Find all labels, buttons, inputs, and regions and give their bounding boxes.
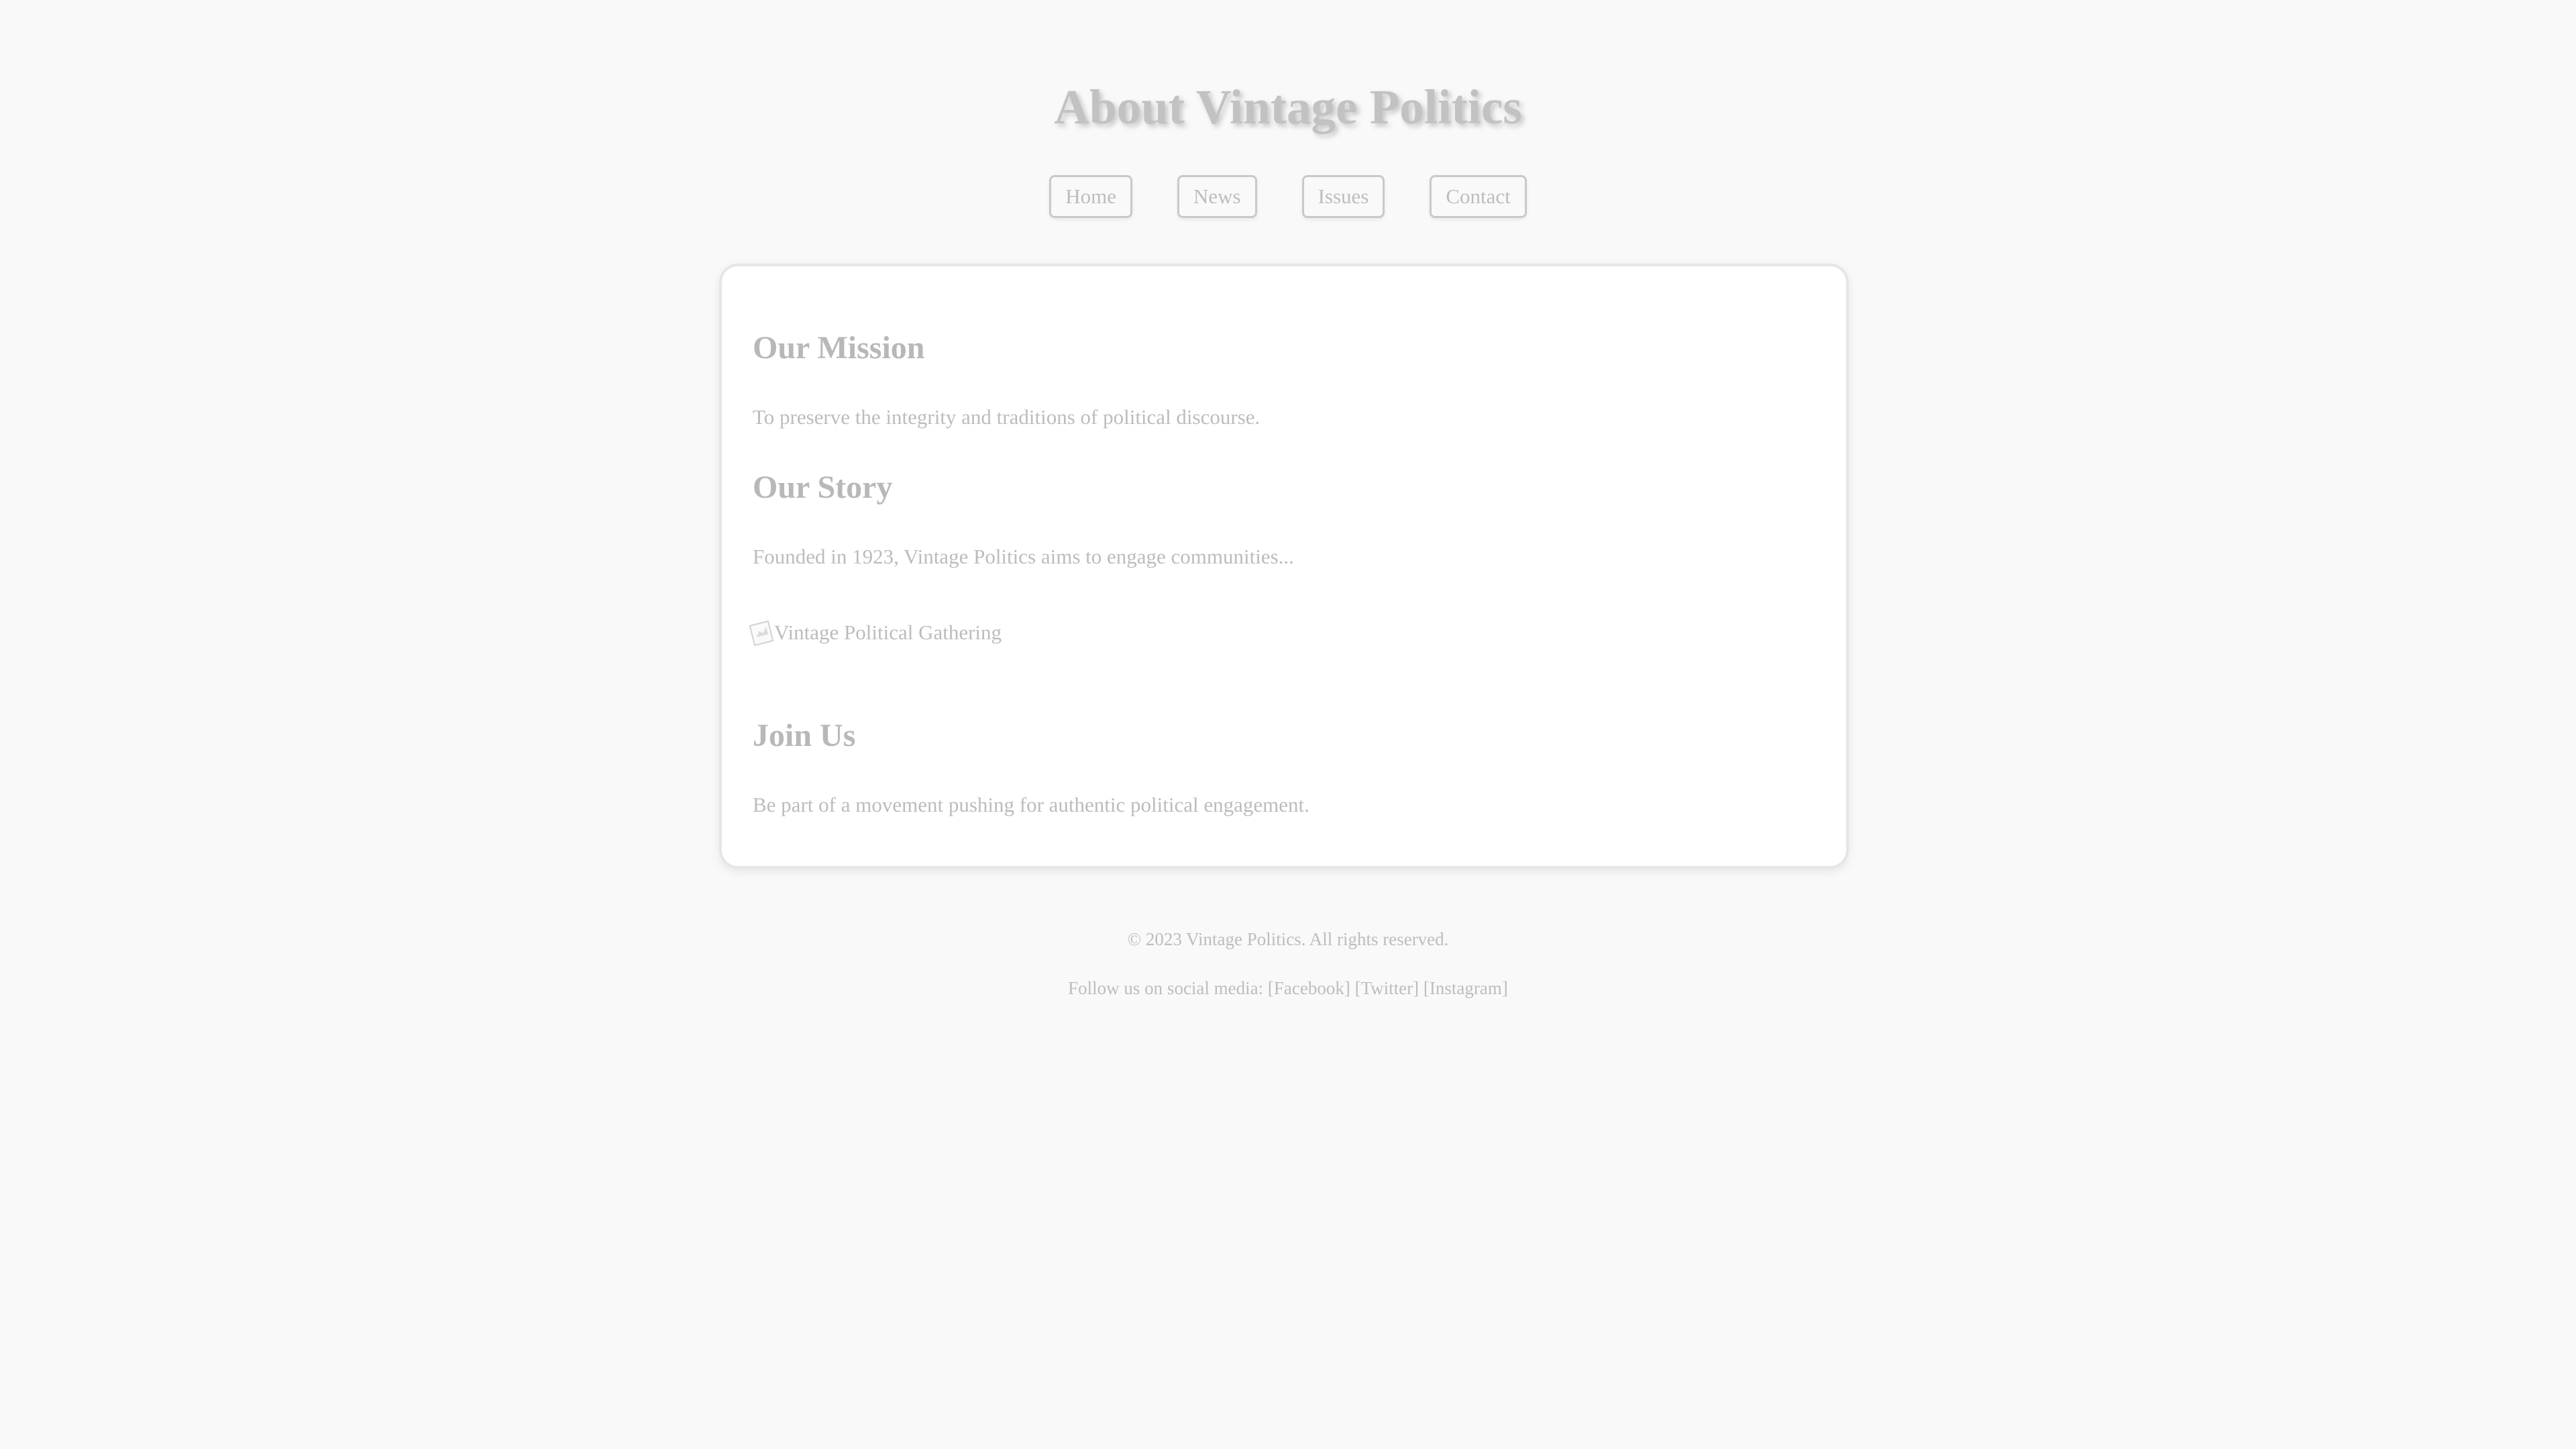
- story-text: Founded in 1923, Vintage Politics aims t…: [753, 545, 1294, 568]
- story-heading: Our Story: [753, 470, 893, 505]
- footer-social: Follow us on social media: [Facebook] [T…: [1068, 978, 1508, 998]
- join-text: Be part of a movement pushing for authen…: [753, 793, 1309, 816]
- nav-issues-button[interactable]: Issues: [1301, 175, 1385, 218]
- mission-text: To preserve the integrity and traditions…: [753, 405, 1260, 429]
- content-card: Our Mission To preserve the integrity an…: [719, 264, 1849, 869]
- broken-image-icon: [749, 620, 774, 647]
- image-alt-text: Vintage Political Gathering: [774, 621, 1002, 644]
- join-heading: Join Us: [753, 718, 856, 753]
- gathering-image: Vintage Political Gathering: [749, 619, 1002, 647]
- nav-home-button[interactable]: Home: [1049, 175, 1132, 218]
- nav-news-button[interactable]: News: [1177, 175, 1257, 218]
- page: About Vintage Politics Home News Issues …: [0, 0, 2576, 1449]
- page-title: About Vintage Politics: [1054, 80, 1522, 134]
- main-nav: Home News Issues Contact: [0, 175, 2576, 218]
- nav-contact-button[interactable]: Contact: [1430, 175, 1527, 218]
- mission-heading: Our Mission: [753, 330, 925, 366]
- footer-copyright: © 2023 Vintage Politics. All rights rese…: [1127, 929, 1449, 949]
